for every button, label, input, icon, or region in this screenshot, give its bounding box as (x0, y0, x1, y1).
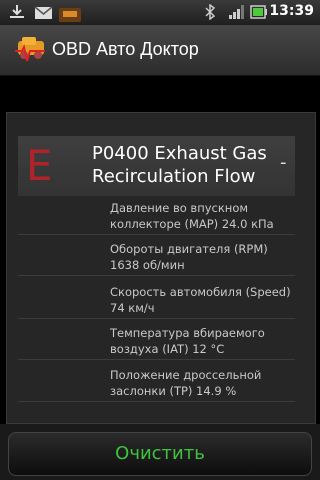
param-map: Давление во впускном коллекторе (MAP) 24… (110, 201, 274, 231)
divider (18, 401, 295, 402)
trouble-code-title: P0400 Exhaust Gas Recirculation Flow (92, 143, 267, 187)
code-type-letter: E (26, 141, 53, 190)
param-iat: Температура вбираемого воздуха (IAT) 12 … (110, 326, 265, 356)
bluetooth-icon (205, 4, 216, 20)
divider (18, 359, 295, 360)
collapse-button[interactable]: - (280, 152, 287, 173)
mail-icon (34, 6, 53, 19)
signal-icon (229, 5, 244, 19)
clear-button[interactable]: Очистить (8, 432, 312, 476)
battery-icon (250, 5, 267, 19)
divider (18, 275, 295, 276)
divider (18, 234, 295, 235)
trouble-code-card[interactable]: E P0400 Exhaust Gas Recirculation Flow - (18, 136, 295, 196)
app-title: OBD Авто Доктор (52, 39, 199, 59)
param-speed: Скорость автомобиля (Speed) 74 км/ч (110, 285, 291, 315)
obd-car-logo-icon (15, 37, 45, 62)
download-icon (10, 5, 24, 18)
status-bar: 13:39 (0, 0, 320, 25)
clock: 13:39 (269, 3, 314, 19)
car-icon (59, 8, 81, 22)
param-rpm: Обороты двигателя (RPM) 1638 об/мин (110, 242, 268, 272)
divider (18, 318, 295, 319)
app-header: OBD Авто Доктор (0, 25, 320, 76)
param-tp: Положение дроссельной заслонки (TP) 14.9… (110, 368, 262, 398)
